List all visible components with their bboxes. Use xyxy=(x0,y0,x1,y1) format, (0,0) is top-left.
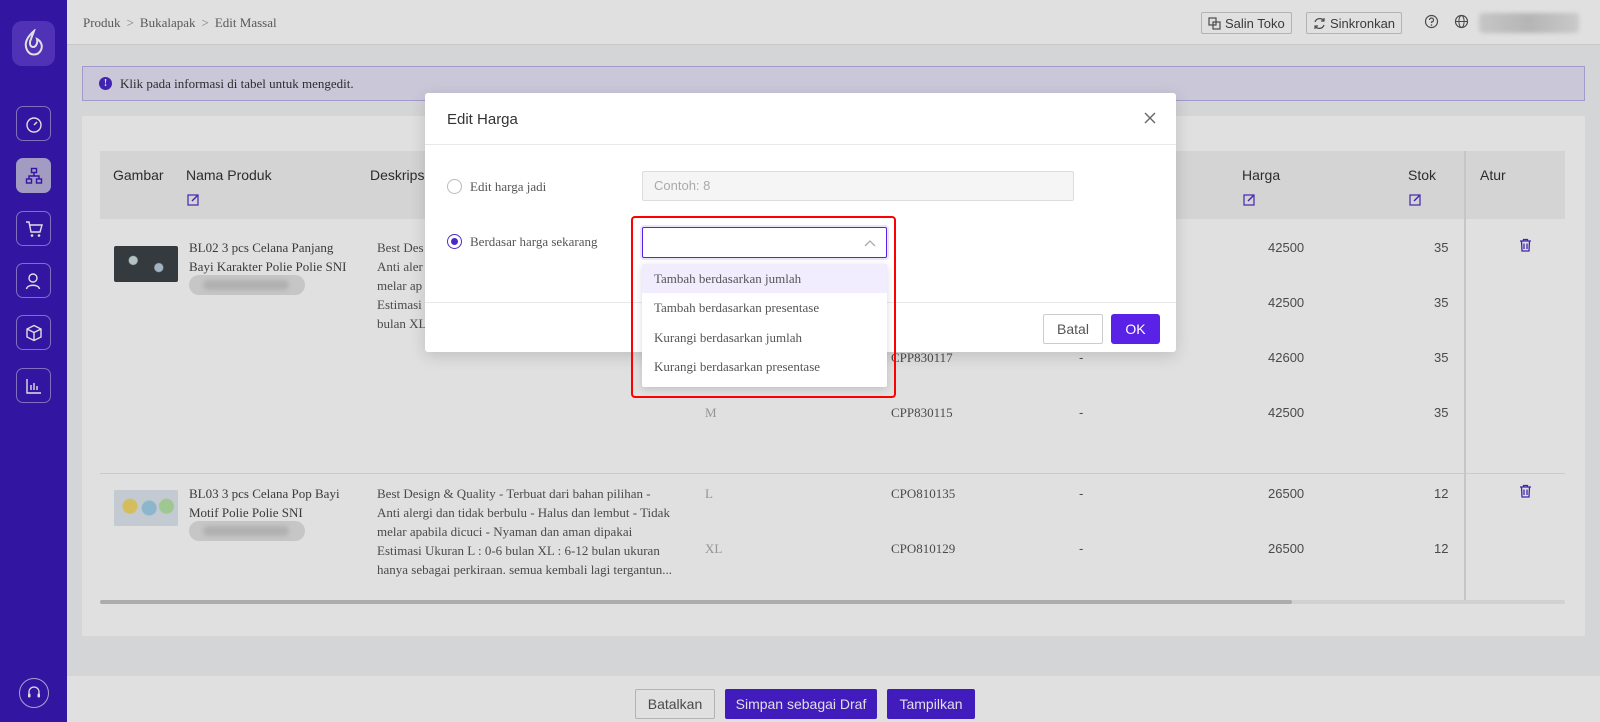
option-add-amount[interactable]: Tambah berdasarkan jumlah xyxy=(642,264,887,293)
fixed-price-input[interactable]: Contoh: 8 xyxy=(642,171,1074,201)
modal-title: Edit Harga xyxy=(447,111,518,128)
close-icon[interactable] xyxy=(1142,110,1158,126)
modal-ok-button[interactable]: OK xyxy=(1111,314,1160,344)
radio-current-price[interactable] xyxy=(447,234,462,249)
chevron-up-icon xyxy=(864,240,876,247)
option-add-percentage[interactable]: Tambah berdasarkan presentase xyxy=(642,293,887,322)
adjust-method-dropdown: Tambah berdasarkan jumlah Tambah berdasa… xyxy=(642,264,887,387)
modal-header: Edit Harga xyxy=(425,93,1176,145)
adjust-method-select[interactable] xyxy=(642,227,887,258)
modal-cancel-button[interactable]: Batal xyxy=(1043,314,1103,344)
option-subtract-percentage[interactable]: Kurangi berdasarkan presentase xyxy=(642,352,887,381)
radio-current-price-label[interactable]: Berdasar harga sekarang xyxy=(470,234,598,250)
radio-fixed-price-label[interactable]: Edit harga jadi xyxy=(470,179,546,195)
radio-fixed-price[interactable] xyxy=(447,179,462,194)
option-subtract-amount[interactable]: Kurangi berdasarkan jumlah xyxy=(642,323,887,352)
